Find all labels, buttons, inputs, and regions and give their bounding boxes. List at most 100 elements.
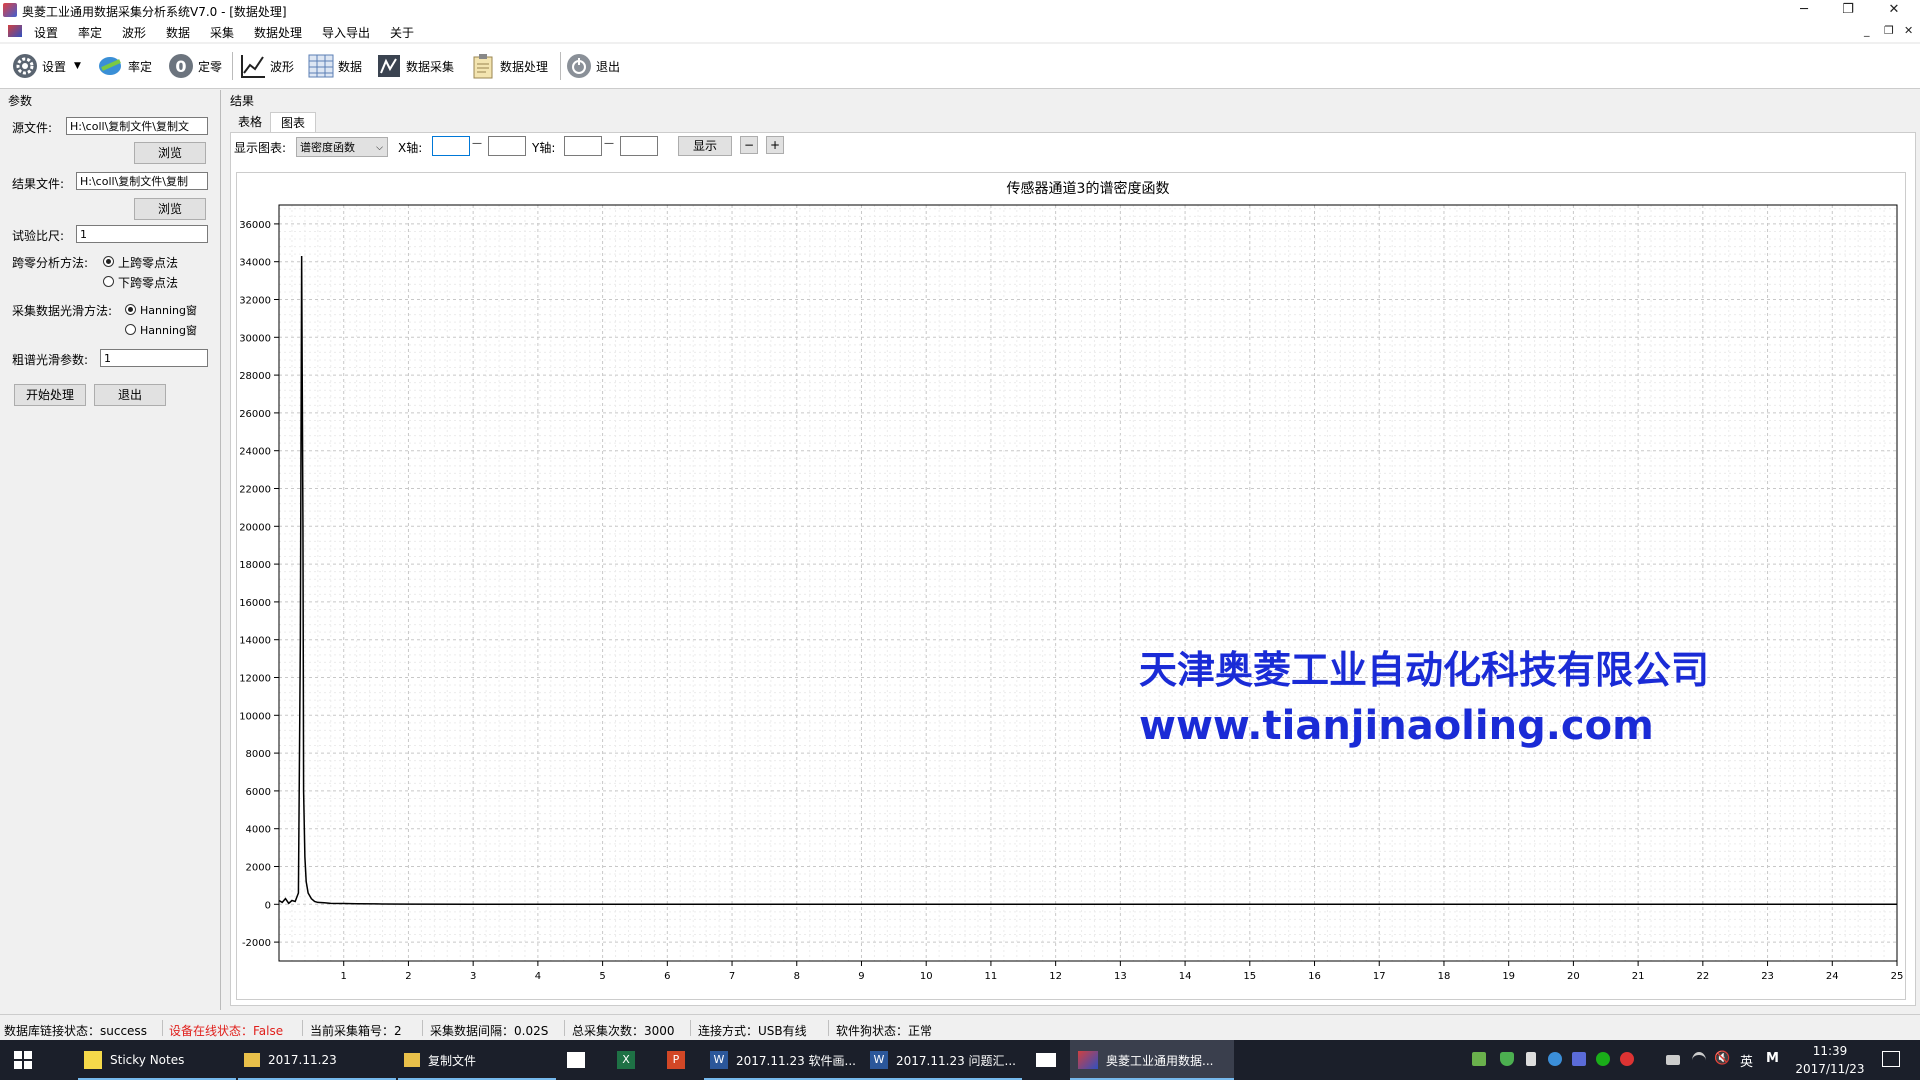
task-sticky-notes[interactable]: Sticky Notes	[78, 1040, 236, 1080]
exit-toolbar-button[interactable]: 退出	[566, 52, 620, 80]
zoom-out-button[interactable]: −	[740, 136, 758, 154]
y-tick-label: 0	[265, 900, 271, 911]
task-powerpoint[interactable]: P	[662, 1040, 690, 1080]
tray-ime-mode-icon[interactable]: M	[1766, 1051, 1779, 1066]
zero-down-radio[interactable]	[103, 276, 114, 287]
menu-about[interactable]: 关于	[390, 24, 414, 41]
settings-button[interactable]: 设置 ▼	[12, 52, 81, 80]
y-tick-label: 24000	[239, 447, 271, 458]
task-folder-1[interactable]: 2017.11.23	[238, 1040, 396, 1080]
acquisition-button[interactable]: 数据采集	[376, 52, 454, 80]
x-tick-label: 17	[1373, 971, 1386, 982]
scale-label: 试验比尺:	[12, 229, 65, 243]
folder-icon	[404, 1053, 420, 1067]
tray-keyboard-icon[interactable]	[1666, 1055, 1680, 1065]
mdi-close-icon[interactable]: ✕	[1904, 24, 1913, 37]
show-button[interactable]: 显示	[678, 136, 732, 156]
y-min-input[interactable]	[564, 136, 602, 156]
minimize-button[interactable]: ─	[1782, 0, 1826, 20]
menu-acquisition[interactable]: 采集	[210, 24, 234, 41]
tray-cloud-icon[interactable]	[1548, 1052, 1562, 1066]
tray-qq-icon[interactable]	[1620, 1052, 1634, 1066]
exit-params-button[interactable]: 退出	[94, 384, 166, 406]
zero-up-radio[interactable]	[103, 256, 114, 267]
tab-table[interactable]: 表格	[230, 112, 270, 132]
series-layer	[278, 256, 1897, 905]
waveform-button[interactable]: 波形	[240, 52, 294, 80]
x-axis: 1 2 3 4 5 6 7 8 9 10 11 12 13 14 15 16 17 18 19 20 21 22 23 24 2…	[341, 961, 1903, 982]
task-excel[interactable]: X	[612, 1040, 640, 1080]
dropdown-arrow-icon[interactable]: ▼	[74, 61, 81, 71]
task-app-active[interactable]: 奥菱工业通用数据...	[1070, 1040, 1234, 1080]
result-browse-button[interactable]: 浏览	[134, 198, 206, 220]
start-button[interactable]	[0, 1040, 46, 1080]
close-button[interactable]: ✕	[1872, 0, 1916, 20]
status-connection: 连接方式：USB有线	[698, 1024, 807, 1038]
status-separator	[828, 1020, 829, 1036]
zero-icon: 0	[168, 53, 194, 79]
chart-type-select[interactable]: 谱密度函数 ⌵	[296, 137, 388, 157]
chart-container: 传感器通道3的谱密度函数 -2000 0 2000 4000 6000 8000 10000…	[236, 172, 1906, 1000]
task-label: Sticky Notes	[110, 1053, 185, 1067]
tray-date[interactable]: 2017/11/23	[1794, 1062, 1866, 1076]
y-tick-label: 28000	[239, 371, 271, 382]
data-button[interactable]: 数据	[308, 52, 362, 80]
tray-battery-icon[interactable]	[1472, 1052, 1486, 1066]
y-tick-label: 8000	[246, 749, 271, 760]
tray-usb-icon[interactable]	[1526, 1052, 1536, 1066]
y-max-input[interactable]	[620, 136, 658, 156]
x-max-input[interactable]	[488, 136, 526, 156]
spectrum-param-input[interactable]: 1	[100, 349, 208, 367]
status-bar: 数据库链接状态：success 设备在线状态：False 当前采集箱号：2 采集…	[0, 1014, 1920, 1041]
tab-chart[interactable]: 图表	[270, 112, 316, 132]
menu-calibrate[interactable]: 率定	[78, 24, 102, 41]
tray-display-icon[interactable]	[1572, 1052, 1586, 1066]
task-folder-2[interactable]: 复制文件	[398, 1040, 556, 1080]
tray-shield-icon[interactable]	[1500, 1052, 1514, 1066]
y-tick-label: 32000	[239, 296, 271, 307]
smooth-opt1-radio[interactable]	[125, 304, 136, 315]
source-file-input[interactable]: H:\coll\复制文件\复制文	[66, 117, 208, 135]
menu-data[interactable]: 数据	[166, 24, 190, 41]
smooth-opt2-radio[interactable]	[125, 324, 136, 335]
tray-ime[interactable]: 英	[1740, 1051, 1753, 1070]
y-tick-label: 14000	[239, 636, 271, 647]
menu-import-export[interactable]: 导入导出	[322, 24, 370, 41]
word-icon: W	[710, 1051, 728, 1069]
zero-method-label: 跨零分析方法:	[12, 256, 89, 270]
clipboard-icon	[470, 53, 496, 79]
menu-processing[interactable]: 数据处理	[254, 24, 302, 41]
task-word-2[interactable]: W 2017.11.23 问题汇...	[864, 1040, 1022, 1080]
task-label: 2017.11.23 问题汇...	[896, 1053, 1016, 1068]
status-separator	[162, 1020, 163, 1036]
zoom-in-button[interactable]: +	[766, 136, 784, 154]
status-device: 设备在线状态：False	[169, 1024, 284, 1038]
result-file-input[interactable]: H:\coll\复制文件\复制	[76, 172, 208, 190]
mdi-restore-icon[interactable]: ❐	[1884, 24, 1894, 37]
y-tick-label: 18000	[239, 560, 271, 571]
tray-time[interactable]: 11:39	[1794, 1044, 1866, 1058]
y-tick-label: 22000	[239, 485, 271, 496]
watermark-company: 天津奥菱工业自动化科技有限公司	[1139, 648, 1710, 692]
window-title: 奥菱工业通用数据采集分析系统V7.0 - [数据处理]	[22, 5, 287, 19]
mdi-minimize-icon[interactable]: _	[1864, 24, 1870, 37]
scale-input[interactable]: 1	[76, 225, 208, 243]
tray-wechat-icon[interactable]	[1596, 1052, 1610, 1066]
restore-button[interactable]: ❐	[1826, 0, 1870, 20]
zero-down-label: 下跨零点法	[118, 276, 179, 290]
tray-volume-icon[interactable]: 🔇	[1714, 1051, 1730, 1066]
task-mail[interactable]	[1032, 1040, 1060, 1080]
start-processing-button[interactable]: 开始处理	[14, 384, 86, 406]
x-tick-label: 2	[405, 971, 411, 982]
processing-button[interactable]: 数据处理	[470, 52, 548, 80]
x-min-input[interactable]	[432, 136, 470, 156]
menu-settings[interactable]: 设置	[34, 24, 58, 41]
tray-wifi-icon[interactable]	[1692, 1052, 1706, 1069]
menu-waveform[interactable]: 波形	[122, 24, 146, 41]
source-browse-button[interactable]: 浏览	[134, 142, 206, 164]
task-store[interactable]	[562, 1040, 590, 1080]
task-word-1[interactable]: W 2017.11.23 软件画...	[704, 1040, 866, 1080]
zero-button[interactable]: 0 定零	[168, 52, 222, 80]
notification-icon[interactable]	[1882, 1051, 1900, 1067]
calibrate-button[interactable]: 率定	[98, 52, 152, 80]
